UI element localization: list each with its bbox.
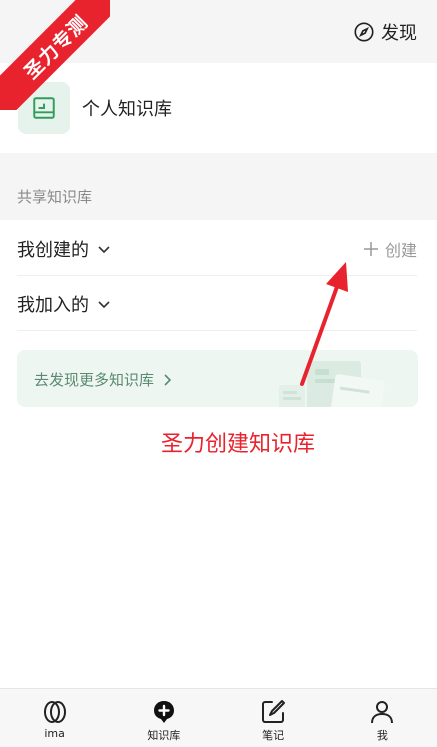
bottom-tab-bar: ima 知识库 笔记 我 bbox=[0, 688, 437, 747]
create-kb-button[interactable]: 创建 bbox=[363, 237, 417, 261]
watermark-ribbon: 圣力专测 bbox=[0, 0, 110, 110]
knowledge-base-icon bbox=[153, 701, 174, 723]
joined-by-me-toggle[interactable]: 我加入的 bbox=[17, 291, 111, 317]
compass-icon bbox=[354, 22, 374, 42]
tab-me[interactable]: 我 bbox=[328, 689, 437, 747]
shared-kb-section-label: 共享知识库 bbox=[17, 188, 93, 206]
chevron-down-icon bbox=[98, 245, 110, 253]
created-by-me-toggle[interactable]: 我创建的 bbox=[17, 236, 111, 262]
tab-ima-label: ima bbox=[44, 727, 65, 740]
annotation-arrow bbox=[300, 262, 348, 386]
discover-more-kb-label: 去发现更多知识库 bbox=[34, 371, 155, 389]
discover-label: 发现 bbox=[381, 23, 417, 44]
created-by-me-row[interactable]: 我创建的 创建 bbox=[0, 221, 437, 276]
tab-notes[interactable]: 笔记 bbox=[219, 689, 328, 747]
joined-by-me-row[interactable]: 我加入的 bbox=[0, 276, 437, 331]
plus-icon bbox=[363, 241, 378, 256]
note-edit-icon bbox=[262, 700, 286, 723]
watermark-text: 圣力专测 bbox=[0, 0, 110, 110]
chevron-down-icon bbox=[98, 300, 110, 308]
tab-knowledge-base-label: 知识库 bbox=[147, 729, 181, 742]
shared-kb-panel: 我创建的 创建 我加入的 去发现更多知识库 bbox=[0, 220, 437, 747]
create-kb-label: 创建 bbox=[384, 240, 417, 260]
created-by-me-label: 我创建的 bbox=[17, 239, 89, 261]
discover-more-kb-link[interactable]: 去发现更多知识库 bbox=[34, 369, 172, 390]
discover-button[interactable]: 发现 bbox=[353, 19, 417, 45]
tab-knowledge-base[interactable]: 知识库 bbox=[109, 689, 218, 747]
tab-notes-label: 笔记 bbox=[262, 729, 285, 742]
tab-me-label: 我 bbox=[376, 729, 388, 742]
profile-icon bbox=[371, 701, 394, 724]
joined-by-me-label: 我加入的 bbox=[17, 294, 89, 316]
ima-logo-icon bbox=[43, 701, 66, 723]
tab-ima[interactable]: ima bbox=[0, 689, 109, 747]
chevron-right-icon bbox=[164, 373, 172, 386]
annotation-text: 圣力创建知识库 bbox=[161, 432, 316, 457]
